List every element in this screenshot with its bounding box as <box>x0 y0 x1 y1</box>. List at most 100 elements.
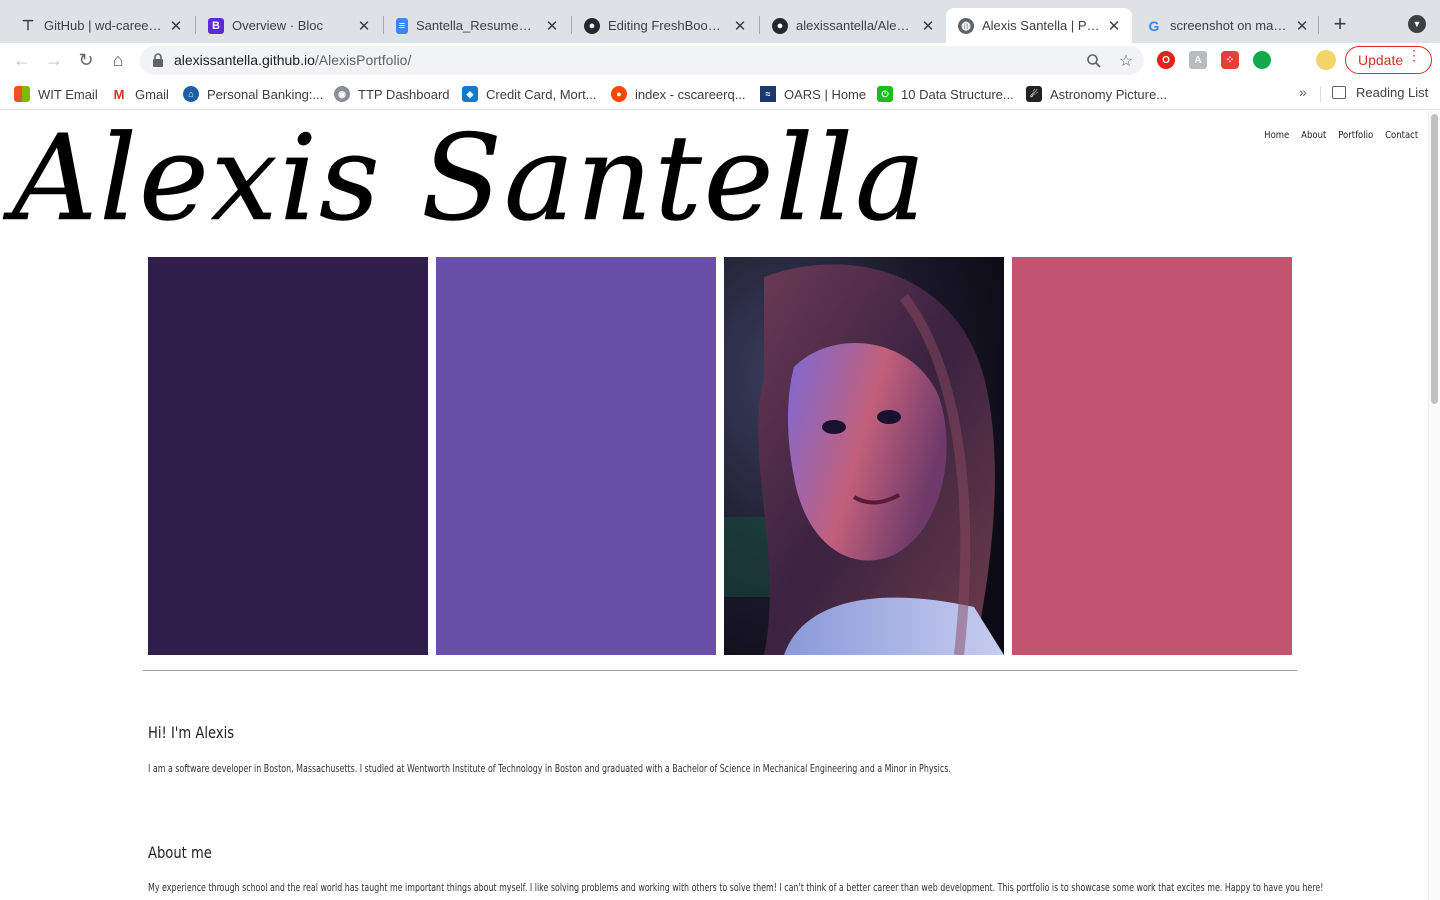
new-tab-plus-icon[interactable]: + <box>1328 11 1352 36</box>
portrait-photo <box>724 257 1004 655</box>
tab-editing-freshbook[interactable]: ● Editing FreshBook/RE ✕ <box>572 8 758 43</box>
page-viewport: Home About Portfolio Contact Alexis Sant… <box>0 111 1428 900</box>
nav-portfolio-link[interactable]: Portfolio <box>1338 130 1373 141</box>
profile-avatar[interactable] <box>1316 50 1336 70</box>
close-icon[interactable]: ✕ <box>1106 18 1122 35</box>
opera-extension-icon[interactable]: O <box>1157 51 1175 69</box>
bookmark-wit-email[interactable]: WIT Email <box>14 85 98 103</box>
hero-name-heading: Alexis Santella <box>12 111 928 247</box>
site-nav: Home About Portfolio Contact <box>1264 130 1418 141</box>
bookmark-label: WIT Email <box>38 86 98 102</box>
color-panel-pink <box>1012 257 1292 655</box>
reading-list-button[interactable]: Reading List <box>1332 85 1428 100</box>
update-button[interactable]: Update ⋮ <box>1345 46 1432 74</box>
tab-title: alexissantella/AlexisP <box>796 18 914 33</box>
oars-icon: ≈ <box>760 86 776 102</box>
reading-list-label: Reading List <box>1356 85 1429 100</box>
bookmark-label: TTP Dashboard <box>358 86 450 102</box>
bookmark-cscareerq[interactable]: ● index - cscareerq... <box>611 85 746 103</box>
translate-extension-icon[interactable]: A <box>1189 51 1207 69</box>
bookmarks-divider <box>1320 86 1321 102</box>
tab-google-search[interactable]: G screenshot on mac - G ✕ <box>1134 8 1320 43</box>
tab-bloc-overview[interactable]: B Overview · Bloc ✕ <box>196 8 382 43</box>
bloc-icon: B <box>208 17 224 34</box>
tab-resume-doc[interactable]: ≡ Santella_Resume_202 ✕ <box>384 8 570 43</box>
bookmark-gmail[interactable]: M Gmail <box>111 85 169 103</box>
github-icon: ● <box>584 17 600 34</box>
tab-title: Santella_Resume_202 <box>416 18 538 33</box>
tab-title: GitHub | wd-careers-q <box>44 18 162 33</box>
lock-icon <box>153 53 163 67</box>
bookmark-label: index - cscareerq... <box>635 86 746 102</box>
bank-icon: ⌂ <box>183 86 199 102</box>
nav-home-link[interactable]: Home <box>1264 130 1289 141</box>
bookmark-oars-home[interactable]: ≈ OARS | Home <box>760 85 866 103</box>
url-host: alexissantella.github.io <box>174 52 315 68</box>
close-icon[interactable]: ✕ <box>920 18 936 35</box>
bookmark-label: Credit Card, Mort... <box>486 86 597 102</box>
close-icon[interactable]: ✕ <box>356 18 372 35</box>
nav-contact-link[interactable]: Contact <box>1385 130 1418 141</box>
tab-github-wd-careers[interactable]: ⊤ GitHub | wd-careers-q ✕ <box>8 8 194 43</box>
bookmarks-bar: WIT Email M Gmail ⌂ Personal Banking:...… <box>0 77 1440 110</box>
forward-arrow-icon[interactable]: → <box>42 48 66 72</box>
about-heading: About me <box>148 843 212 862</box>
bookmark-data-structures[interactable]: ⏻ 10 Data Structure... <box>877 85 1014 103</box>
tab-title: screenshot on mac - G <box>1170 18 1288 33</box>
bookmark-label: OARS | Home <box>784 86 867 102</box>
green-extension-icon[interactable] <box>1253 51 1271 69</box>
bookmark-label: Gmail <box>135 86 169 102</box>
tab-search-chevron-icon[interactable]: ▼ <box>1408 15 1426 33</box>
bookmark-credit-card[interactable]: ◈ Credit Card, Mort... <box>462 85 597 103</box>
reddit-icon: ● <box>611 86 627 102</box>
about-paragraph: My experience through school and the rea… <box>148 881 1324 894</box>
power-icon: ⏻ <box>877 86 893 102</box>
dots-extension-icon[interactable]: ⁘ <box>1221 51 1239 69</box>
home-icon[interactable]: ⌂ <box>106 48 130 72</box>
url-text: alexissantella.github.io/AlexisPortfolio… <box>174 52 411 68</box>
url-path: /AlexisPortfolio/ <box>314 52 412 68</box>
globe-icon: ◍ <box>958 17 974 34</box>
microsoft-icon <box>14 86 30 102</box>
bookmark-personal-banking[interactable]: ⌂ Personal Banking:... <box>183 85 323 103</box>
github-icon: ● <box>772 17 788 34</box>
gmail-icon: M <box>113 86 125 102</box>
tab-title: Overview · Bloc <box>232 18 324 33</box>
scrollbar-thumb[interactable] <box>1431 114 1438 404</box>
chase-icon: ◈ <box>462 86 478 102</box>
tab-strip: ⊤ GitHub | wd-careers-q ✕ B Overview · B… <box>0 0 1440 43</box>
tab-alexis-repo[interactable]: ● alexissantella/AlexisP ✕ <box>760 8 946 43</box>
kebab-menu-icon[interactable]: ⋮ <box>1407 48 1421 62</box>
close-icon[interactable]: ✕ <box>168 18 184 35</box>
bookmark-astronomy-picture[interactable]: ☄ Astronomy Picture... <box>1026 85 1167 103</box>
tab-title: Editing FreshBook/RE <box>608 18 726 33</box>
color-panel-dark-purple <box>148 257 428 655</box>
google-icon: G <box>1148 17 1160 34</box>
intro-heading: Hi! I'm Alexis <box>148 723 235 742</box>
color-panel-purple <box>436 257 716 655</box>
tab-portfolio-active[interactable]: ◍ Alexis Santella | Portf ✕ <box>946 8 1132 43</box>
close-icon[interactable]: ✕ <box>732 18 748 35</box>
reload-icon[interactable]: ↻ <box>74 48 98 72</box>
github-icon: ⊤ <box>21 17 35 33</box>
docs-icon: ≡ <box>396 17 408 34</box>
bookmark-label: 10 Data Structure... <box>901 86 1014 102</box>
zoom-magnifier-icon[interactable] <box>1084 51 1104 71</box>
astronomy-icon: ☄ <box>1026 86 1042 102</box>
bookmark-label: Astronomy Picture... <box>1050 86 1168 102</box>
portrait-illustration <box>724 257 1004 655</box>
close-icon[interactable]: ✕ <box>1294 18 1310 35</box>
browser-toolbar: ← → ↻ ⌂ alexissantella.github.io/AlexisP… <box>0 43 1440 110</box>
seal-icon: ◉ <box>334 86 350 102</box>
bookmark-ttp-dashboard[interactable]: ◉ TTP Dashboard <box>334 85 450 103</box>
more-bookmarks-chevron-icon[interactable]: » <box>1299 84 1307 100</box>
bookmark-label: Personal Banking:... <box>207 86 324 102</box>
close-icon[interactable]: ✕ <box>544 18 560 35</box>
reading-list-icon <box>1332 86 1346 99</box>
bookmark-star-icon[interactable]: ☆ <box>1116 51 1136 71</box>
nav-about-link[interactable]: About <box>1301 130 1326 141</box>
tab-divider <box>1318 16 1319 34</box>
address-bar[interactable]: alexissantella.github.io/AlexisPortfolio… <box>140 46 1144 75</box>
back-arrow-icon[interactable]: ← <box>10 48 34 72</box>
update-label: Update <box>1358 52 1404 68</box>
